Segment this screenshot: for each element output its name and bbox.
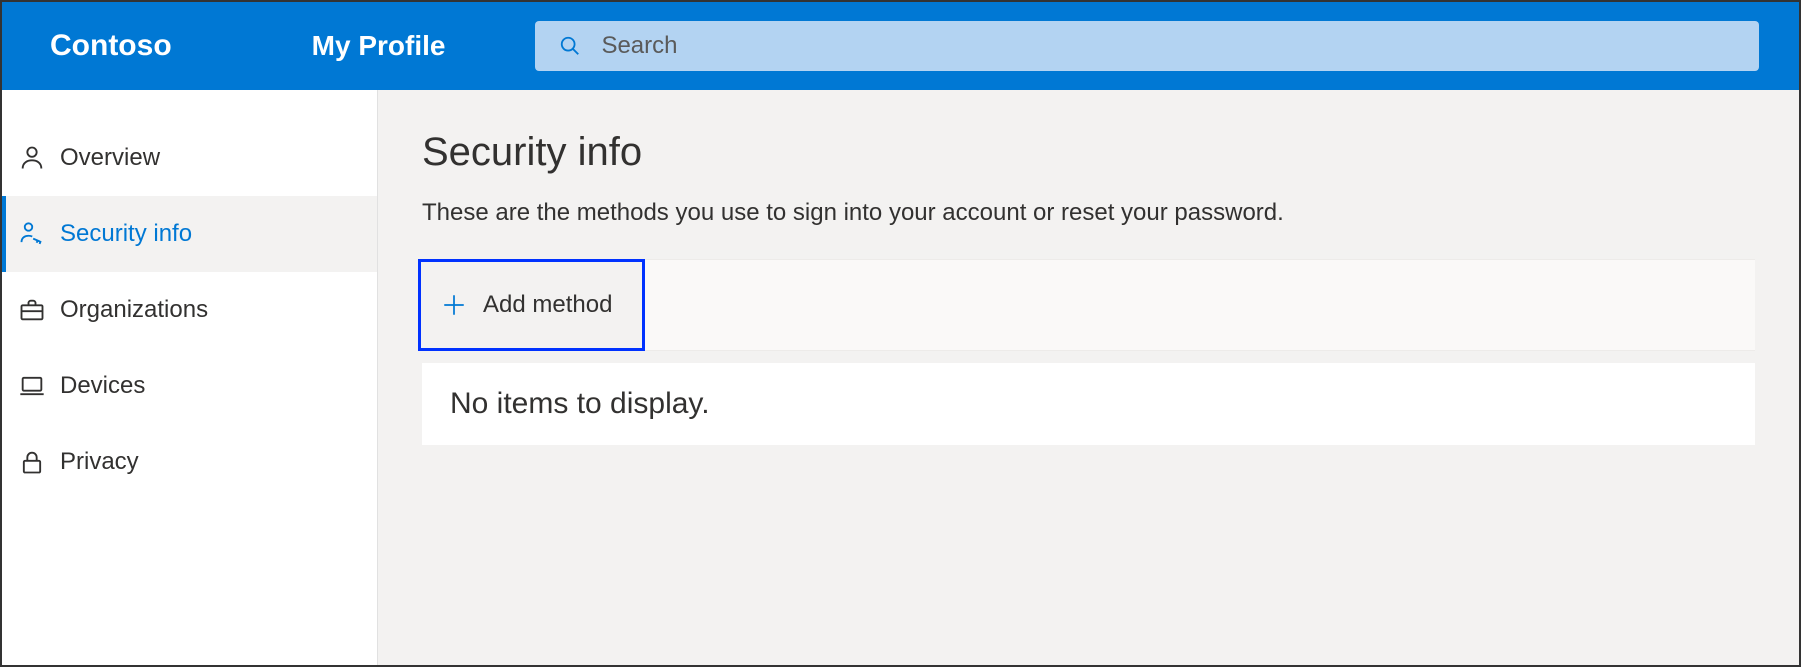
briefcase-icon	[18, 296, 46, 324]
search-input[interactable]	[601, 32, 1735, 60]
profile-title: My Profile	[312, 30, 446, 62]
person-icon	[18, 144, 46, 172]
empty-message-panel: No items to display.	[422, 363, 1755, 445]
search-icon	[559, 35, 581, 57]
add-method-label: Add method	[483, 291, 612, 319]
plus-icon	[441, 292, 467, 318]
page-subtitle: These are the methods you use to sign in…	[422, 199, 1755, 227]
sidebar: Overview Security info Organizations	[2, 90, 378, 665]
sidebar-item-label: Overview	[60, 144, 160, 172]
layout: Overview Security info Organizations	[2, 90, 1799, 665]
sidebar-item-privacy[interactable]: Privacy	[2, 424, 377, 500]
sidebar-item-devices[interactable]: Devices	[2, 348, 377, 424]
sidebar-item-label: Devices	[60, 372, 145, 400]
key-person-icon	[18, 220, 46, 248]
page-title: Security info	[422, 130, 1755, 175]
brand-name: Contoso	[50, 29, 172, 63]
sidebar-item-label: Organizations	[60, 296, 208, 324]
main-content: Security info These are the methods you …	[378, 90, 1799, 665]
sidebar-item-overview[interactable]: Overview	[2, 120, 377, 196]
lock-icon	[18, 448, 46, 476]
sidebar-item-organizations[interactable]: Organizations	[2, 272, 377, 348]
methods-toolbar: Add method	[422, 259, 1755, 351]
add-method-button[interactable]: Add method	[418, 259, 645, 351]
search-box[interactable]	[535, 21, 1759, 71]
sidebar-item-label: Privacy	[60, 448, 139, 476]
empty-message: No items to display.	[450, 387, 710, 420]
laptop-icon	[18, 372, 46, 400]
sidebar-item-label: Security info	[60, 220, 192, 248]
sidebar-item-security-info[interactable]: Security info	[2, 196, 377, 272]
app-header: Contoso My Profile	[2, 2, 1799, 90]
